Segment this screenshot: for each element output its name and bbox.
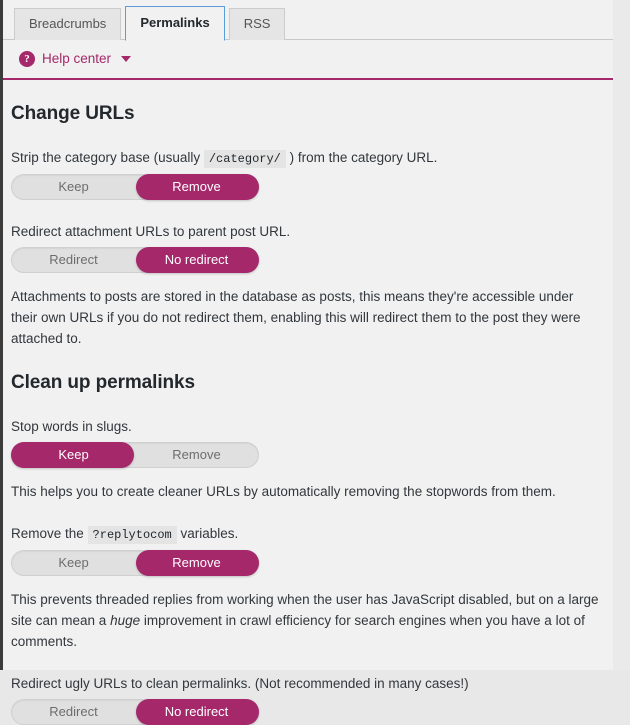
description-redirect-attachment-urls: Attachments to posts are stored in the d…	[11, 289, 581, 346]
section-title-change-urls: Change URLs	[11, 103, 135, 124]
description-stop-words-in-slugs: This helps you to create cleaner URLs by…	[11, 484, 556, 499]
description-remove-replytocom: This prevents threaded replies from work…	[11, 589, 599, 652]
window-right-gutter	[613, 0, 630, 670]
toggle-option-keep[interactable]: Keep	[12, 175, 135, 199]
app-screen: Breadcrumbs Permalinks RSS ? Help center…	[0, 0, 630, 725]
toggle-remove-replytocom[interactable]: Keep Remove	[11, 550, 259, 576]
toggle-strip-category-base[interactable]: Keep Remove	[11, 174, 259, 200]
accent-divider	[3, 78, 613, 80]
section-title-clean-up-permalinks: Clean up permalinks	[11, 372, 195, 393]
chevron-down-icon	[121, 56, 132, 62]
toggle-option-remove[interactable]: Remove	[135, 175, 258, 199]
field-label-redirect-ugly-urls: Redirect ugly URLs to clean permalinks. …	[11, 676, 469, 691]
label-text: Remove the	[11, 526, 88, 541]
toggle-redirect-ugly-urls[interactable]: Redirect No redirect	[11, 699, 259, 725]
code-replytocom: ?replytocom	[87, 526, 177, 544]
toggle-option-keep[interactable]: Keep	[12, 443, 135, 467]
tab-rss-label: RSS	[243, 16, 271, 31]
toggle-option-remove[interactable]: Remove	[135, 443, 258, 467]
toggle-option-redirect[interactable]: Redirect	[12, 248, 135, 272]
field-label-strip-category-base: Strip the category base (usually /catego…	[11, 149, 599, 168]
tab-breadcrumbs[interactable]: Breadcrumbs	[14, 8, 122, 40]
toggle-stop-words-in-slugs[interactable]: Keep Remove	[11, 442, 259, 468]
tab-bar: Breadcrumbs Permalinks RSS	[3, 0, 613, 41]
toggle-option-keep[interactable]: Keep	[12, 551, 135, 575]
help-center-label: Help center	[42, 51, 112, 66]
toggle-option-remove[interactable]: Remove	[135, 551, 258, 575]
label-text: ) from the category URL.	[285, 150, 438, 165]
settings-content: Change URLs Strip the category base (usu…	[3, 102, 613, 725]
tab-rss[interactable]: RSS	[228, 8, 286, 40]
toggle-option-redirect[interactable]: Redirect	[12, 700, 135, 724]
toggle-redirect-attachment-urls[interactable]: Redirect No redirect	[11, 247, 259, 273]
field-label-redirect-attachment-urls: Redirect attachment URLs to parent post …	[11, 224, 291, 239]
label-text: Strip the category base (usually	[11, 150, 204, 165]
tab-permalinks[interactable]: Permalinks	[125, 6, 225, 41]
field-label-stop-words-in-slugs: Stop words in slugs.	[11, 419, 132, 434]
description-emphasis: huge	[110, 613, 141, 628]
toggle-option-no-redirect[interactable]: No redirect	[135, 700, 258, 724]
help-center-toggle[interactable]: ? Help center	[19, 51, 132, 67]
tab-permalinks-label: Permalinks	[140, 15, 210, 30]
question-mark-circle-icon: ?	[19, 51, 35, 67]
toggle-option-no-redirect[interactable]: No redirect	[135, 248, 258, 272]
field-label-remove-replytocom: Remove the ?replytocom variables.	[11, 525, 599, 544]
settings-page: Breadcrumbs Permalinks RSS ? Help center…	[3, 0, 613, 725]
code-category-base: /category/	[203, 150, 286, 168]
help-center-bar: ? Help center	[3, 40, 613, 67]
label-text: variables.	[176, 526, 239, 541]
tab-breadcrumbs-label: Breadcrumbs	[29, 16, 107, 31]
